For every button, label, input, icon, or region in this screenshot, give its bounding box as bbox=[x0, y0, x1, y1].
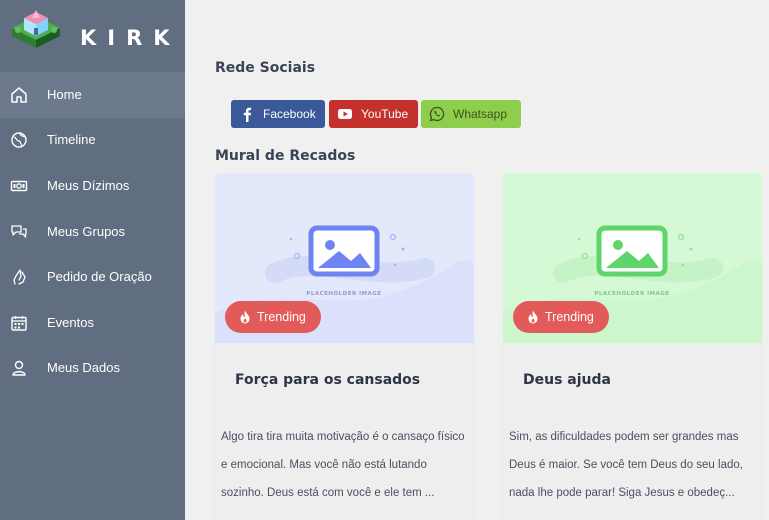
sidebar-item-label: Timeline bbox=[47, 132, 96, 147]
sidebar-item-timeline[interactable]: Timeline bbox=[0, 117, 185, 163]
sidebar-item-meus-dizimos[interactable]: Meus Dízimos bbox=[0, 163, 185, 209]
home-icon bbox=[10, 86, 28, 104]
facebook-label: Facebook bbox=[263, 107, 316, 121]
globe-icon bbox=[10, 131, 28, 149]
card-text: Algo tira tira muita motivação é o cansa… bbox=[221, 431, 465, 499]
calendar-icon bbox=[10, 314, 28, 332]
church-logo-icon bbox=[10, 10, 62, 58]
money-icon bbox=[10, 177, 28, 195]
whatsapp-icon bbox=[429, 106, 445, 122]
sidebar-item-label: Home bbox=[47, 87, 82, 102]
message-card[interactable]: PLACEHOLDER IMAGE Trending Força para os… bbox=[215, 173, 474, 520]
sidebar-item-label: Eventos bbox=[47, 315, 94, 330]
sidebar-item-meus-dados[interactable]: Meus Dados bbox=[0, 345, 185, 391]
svg-text:PLACEHOLDER IMAGE: PLACEHOLDER IMAGE bbox=[306, 291, 381, 297]
sidebar-item-label: Meus Grupos bbox=[47, 224, 126, 239]
brand[interactable]: KIRK bbox=[8, 8, 178, 62]
card-text: Sim, as dificuldades podem ser grandes m… bbox=[509, 431, 743, 499]
youtube-label: YouTube bbox=[361, 107, 409, 121]
trending-label: Trending bbox=[545, 310, 594, 324]
social-section-title: Rede Sociais bbox=[215, 60, 316, 76]
trending-label: Trending bbox=[257, 310, 306, 324]
fire-icon bbox=[527, 310, 539, 324]
user-icon bbox=[10, 359, 28, 377]
praying-hands-icon bbox=[10, 268, 28, 286]
svg-text:PLACEHOLDER IMAGE: PLACEHOLDER IMAGE bbox=[594, 291, 669, 297]
mural-section-title: Mural de Recados bbox=[215, 148, 356, 164]
sidebar-item-home[interactable]: Home bbox=[0, 72, 185, 118]
fire-icon bbox=[239, 310, 251, 324]
youtube-icon bbox=[337, 106, 353, 122]
sidebar-item-meus-grupos[interactable]: Meus Grupos bbox=[0, 209, 185, 255]
whatsapp-label: Whatsapp bbox=[453, 107, 508, 121]
chat-bubbles-icon bbox=[10, 223, 28, 241]
trending-badge[interactable]: Trending bbox=[513, 301, 609, 333]
sidebar-item-label: Meus Dízimos bbox=[47, 178, 130, 193]
trending-badge[interactable]: Trending bbox=[225, 301, 321, 333]
message-card[interactable]: PLACEHOLDER IMAGE Trending Deus ajuda Si… bbox=[503, 173, 762, 520]
facebook-button[interactable]: Facebook bbox=[231, 100, 325, 128]
facebook-icon bbox=[239, 106, 255, 122]
sidebar-item-label: Meus Dados bbox=[47, 360, 120, 375]
brand-name: KIRK bbox=[80, 26, 181, 50]
sidebar-item-eventos[interactable]: Eventos bbox=[0, 300, 185, 346]
sidebar-item-label: Pedido de Oração bbox=[47, 269, 152, 284]
card-title[interactable]: Deus ajuda bbox=[523, 371, 611, 389]
sidebar-item-pedido-de-oracao[interactable]: Pedido de Oração bbox=[0, 254, 185, 300]
youtube-button[interactable]: YouTube bbox=[329, 100, 418, 128]
sidebar: KIRK Home Timeline Meus Dízimos Meus Gru… bbox=[0, 0, 185, 520]
whatsapp-button[interactable]: Whatsapp bbox=[421, 100, 521, 128]
card-title[interactable]: Força para os cansados bbox=[235, 371, 420, 389]
